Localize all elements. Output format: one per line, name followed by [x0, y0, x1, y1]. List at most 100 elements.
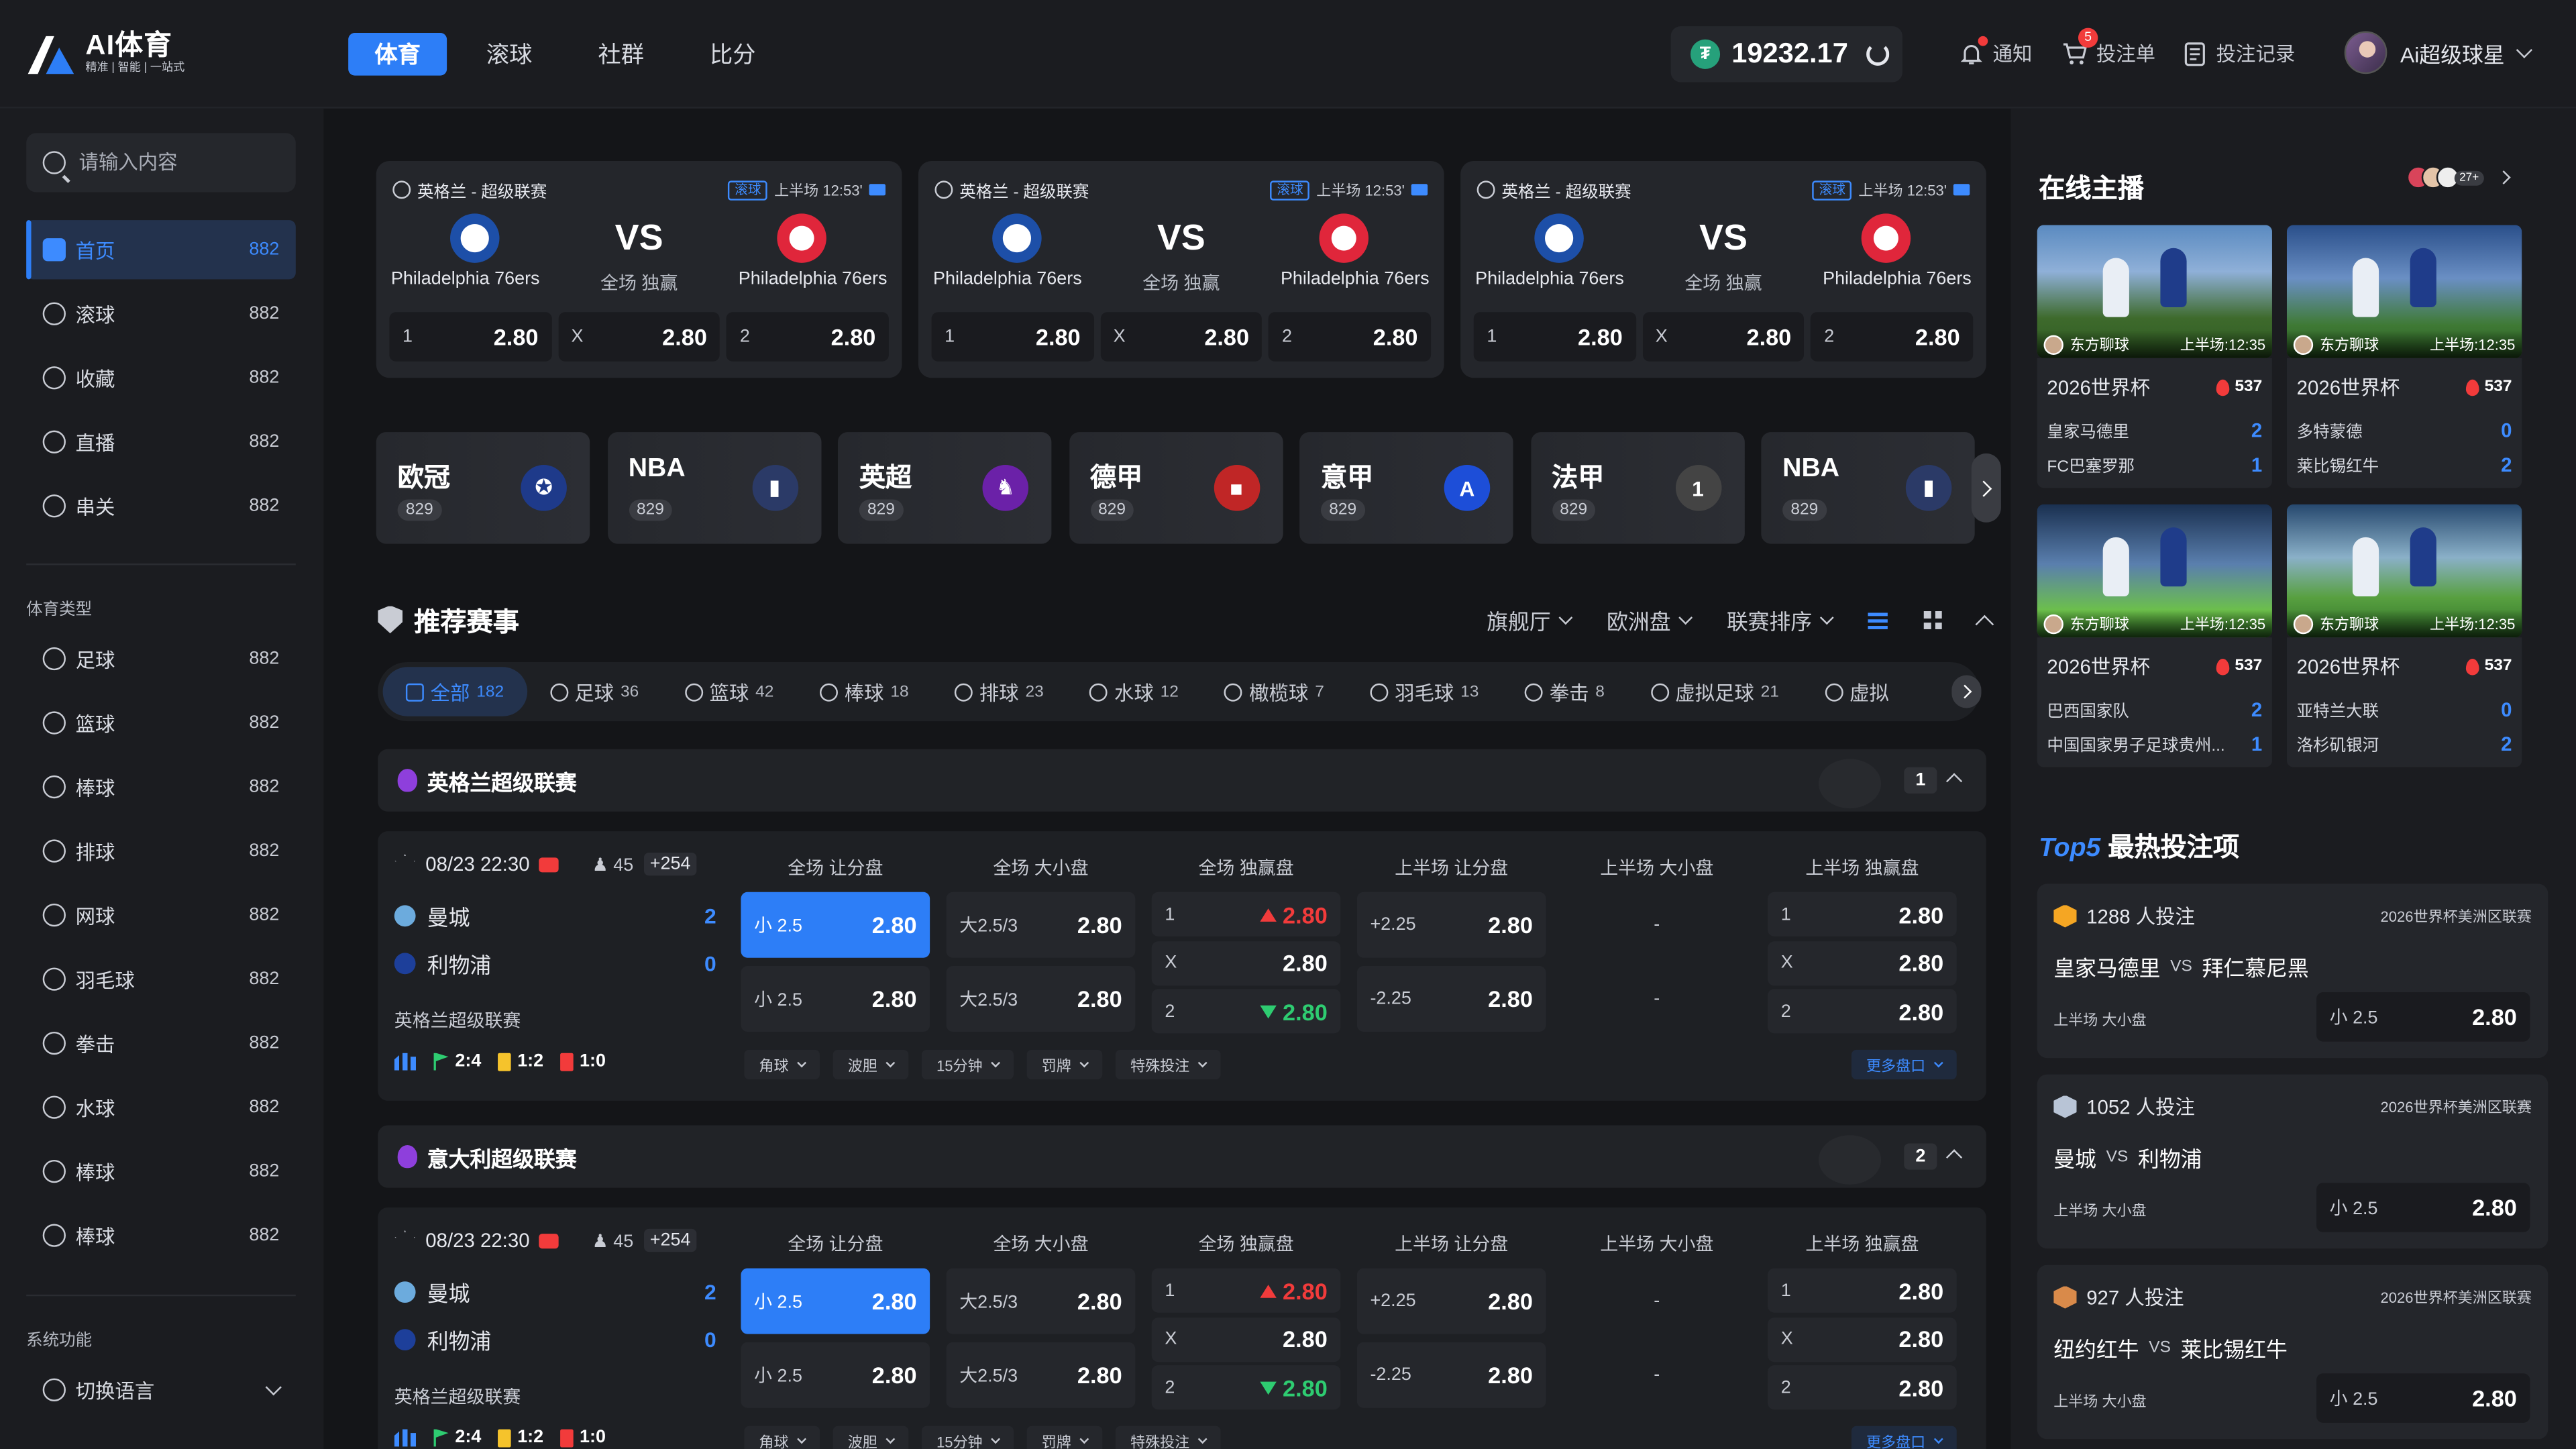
odds-button[interactable]: 小 2.5 2.80 — [2316, 1373, 2530, 1423]
league-tile[interactable]: 欧冠 829 ✪ — [376, 432, 590, 544]
league-tile[interactable]: 英超 829 ♞ — [837, 432, 1052, 544]
host-avatars[interactable]: 27+ — [2406, 166, 2484, 189]
more-markets-button[interactable]: 更多盘口 — [1851, 1049, 1957, 1079]
odds-button[interactable]: X 2.80 — [1151, 1316, 1341, 1361]
odds-button[interactable]: 小 2.5 2.80 — [741, 1268, 930, 1334]
odds-button[interactable]: 1 2.80 — [1151, 892, 1341, 936]
odds-button[interactable]: X 2.80 — [1151, 941, 1341, 985]
stream-card[interactable]: 东方聊球 上半场:12:35 2026世界杯 537 亚特兰大联 0 洛杉矶银河 — [2286, 504, 2522, 767]
market-tag[interactable]: 特殊投注 — [1116, 1049, 1221, 1079]
odds-button[interactable]: X 2.80 — [1768, 1316, 1957, 1361]
user-menu[interactable]: Ai超级球星 — [2344, 31, 2532, 74]
odds-button[interactable]: 2 2.80 — [1151, 1365, 1341, 1410]
top-bet-card[interactable]: 1052 人投注 2026世界杯美洲区联赛 曼城 VS 利物浦 上半场 大小盘 … — [2037, 1074, 2548, 1249]
odds-button[interactable]: 大2.5/3 2.80 — [946, 966, 1136, 1032]
refresh-icon[interactable] — [1866, 42, 1890, 66]
collapse-up-icon[interactable] — [1945, 773, 1963, 790]
odds-button[interactable]: 大2.5/3 2.80 — [946, 1268, 1136, 1334]
sport-tab[interactable]: 棒球 18 — [797, 667, 932, 716]
sidebar-item-0[interactable]: 首页 882 — [26, 220, 296, 280]
odds-button[interactable]: X 2.80 — [1642, 312, 1805, 362]
market-tag[interactable]: 罚牌 — [1026, 1426, 1103, 1449]
odds-button[interactable]: 1 2.80 — [389, 312, 552, 362]
odds-button[interactable]: 小 2.5 2.80 — [2316, 1183, 2530, 1232]
odds-button[interactable]: 1 2.80 — [1768, 892, 1957, 936]
sidebar-sport-1[interactable]: 篮球 882 — [26, 693, 296, 752]
sidebar-sport-6[interactable]: 拳击 882 — [26, 1014, 296, 1073]
sidebar-sport-0[interactable]: 足球 882 — [26, 629, 296, 688]
sport-tab[interactable]: 足球 36 — [527, 667, 661, 716]
odds-button[interactable]: 大2.5/3 2.80 — [946, 892, 1136, 958]
league-group-header[interactable]: 意大利超级联赛 2 — [378, 1125, 1986, 1188]
video-icon[interactable] — [539, 857, 559, 872]
sidebar-item-1[interactable]: 滚球 882 — [26, 284, 296, 343]
more-markets-button[interactable]: 更多盘口 — [1851, 1426, 1957, 1449]
featured-match-card[interactable]: 英格兰 - 超级联赛 滚球 上半场 12:53' VS 全场 独赢 Philad… — [376, 161, 902, 378]
featured-match-card[interactable]: 英格兰 - 超级联赛 滚球 上半场 12:53' VS 全场 独赢 Philad… — [918, 161, 1444, 378]
sidebar-item-2[interactable]: 收藏 882 — [26, 348, 296, 407]
odds-button[interactable]: 2 2.80 — [1811, 312, 1974, 362]
filter-odds-format[interactable]: 欧洲盘 — [1607, 604, 1693, 636]
league-tile[interactable]: NBA 829 ▮ — [1761, 432, 1975, 544]
chevron-right-icon[interactable] — [2496, 170, 2511, 184]
league-scroll-next[interactable] — [1971, 453, 2001, 523]
video-icon[interactable] — [539, 1232, 559, 1248]
collapse-up-icon[interactable] — [1975, 614, 1994, 633]
sidebar-item-language[interactable]: 切换语言 — [26, 1360, 296, 1419]
odds-button[interactable]: 1 2.80 — [1768, 1268, 1957, 1313]
nav-live[interactable]: 滚球 — [460, 33, 559, 76]
stream-card[interactable]: 东方聊球 上半场:12:35 2026世界杯 537 多特蒙德 0 莱比锡红牛 — [2286, 225, 2522, 488]
sidebar-sport-9[interactable]: 棒球 882 — [26, 1206, 296, 1265]
video-icon[interactable] — [869, 184, 886, 196]
nav-community[interactable]: 社群 — [572, 33, 670, 76]
odds-button[interactable]: 2 2.80 — [1151, 989, 1341, 1034]
favorite-star-icon[interactable] — [394, 853, 415, 873]
sidebar-sport-7[interactable]: 水球 882 — [26, 1078, 296, 1137]
league-tile[interactable]: 意甲 829 A — [1299, 432, 1513, 544]
stream-thumbnail[interactable]: 东方聊球 上半场:12:35 — [2037, 225, 2272, 358]
market-tag[interactable]: 15分钟 — [921, 1426, 1014, 1449]
nav-scores[interactable]: 比分 — [684, 33, 782, 76]
sport-tab[interactable]: 水球 12 — [1067, 667, 1201, 716]
featured-match-card[interactable]: 英格兰 - 超级联赛 滚球 上半场 12:53' VS 全场 独赢 Philad… — [1460, 161, 1986, 378]
league-tile[interactable]: 法甲 829 1 — [1530, 432, 1744, 544]
odds-button[interactable]: 1 2.80 — [931, 312, 1094, 362]
odds-button[interactable]: +2.25 2.80 — [1356, 892, 1546, 958]
market-tag[interactable]: 特殊投注 — [1116, 1426, 1221, 1449]
odds-button[interactable]: 2 2.80 — [727, 312, 889, 362]
grid-view-icon[interactable] — [1923, 611, 1942, 629]
wallet-balance[interactable]: ₮ 19232.17 — [1670, 26, 1902, 83]
odds-button[interactable]: 2 2.80 — [1768, 989, 1957, 1034]
odds-button[interactable]: 1 2.80 — [1151, 1268, 1341, 1313]
stream-card[interactable]: 东方聊球 上半场:12:35 2026世界杯 537 巴西国家队 2 中国国家男… — [2037, 504, 2272, 767]
favorite-star-icon[interactable] — [394, 1230, 415, 1250]
sidebar-sport-2[interactable]: 棒球 882 — [26, 757, 296, 816]
odds-button[interactable]: 2 2.80 — [1768, 1365, 1957, 1410]
stream-card[interactable]: 东方聊球 上半场:12:35 2026世界杯 537 皇家马德里 2 FC巴塞罗… — [2037, 225, 2272, 488]
top-bet-card[interactable]: 1288 人投注 2026世界杯美洲区联赛 皇家马德里 VS 拜仁慕尼黑 上半场… — [2037, 883, 2548, 1059]
market-tag[interactable]: 波胆 — [833, 1426, 909, 1449]
odds-button[interactable]: -2.25 2.80 — [1356, 1342, 1546, 1408]
market-tag[interactable]: 角球 — [744, 1426, 820, 1449]
filter-venue[interactable]: 旗舰厅 — [1487, 604, 1573, 636]
stream-thumbnail[interactable]: 东方聊球 上半场:12:35 — [2286, 225, 2522, 358]
sidebar-sport-3[interactable]: 排球 882 — [26, 821, 296, 880]
odds-button[interactable]: 小 2.5 2.80 — [741, 892, 930, 958]
top-bet-card[interactable]: 927 人投注 2026世界杯美洲区联赛 纽约红牛 VS 莱比锡红牛 上半场 大… — [2037, 1265, 2548, 1440]
odds-button[interactable]: 大2.5/3 2.80 — [946, 1342, 1136, 1408]
markets-count[interactable]: +254 — [643, 1228, 698, 1252]
sport-tab[interactable]: 排球 23 — [932, 667, 1067, 716]
league-group-header[interactable]: 英格兰超级联赛 1 — [378, 749, 1986, 812]
sport-tab[interactable]: 虚拟足球 21 — [1627, 667, 1802, 716]
odds-button[interactable]: 1 2.80 — [1473, 312, 1636, 362]
market-tag[interactable]: 15分钟 — [921, 1049, 1014, 1079]
stream-thumbnail[interactable]: 东方聊球 上半场:12:35 — [2037, 504, 2272, 638]
sidebar-sport-4[interactable]: 网球 882 — [26, 885, 296, 945]
records-button[interactable]: 投注记录 — [2182, 40, 2295, 68]
betslip-button[interactable]: 5 投注单 — [2061, 27, 2155, 68]
list-view-icon[interactable] — [1868, 612, 1888, 629]
league-tile[interactable]: NBA 829 ▮ — [606, 432, 821, 544]
odds-button[interactable]: 小 2.5 2.80 — [741, 1342, 930, 1408]
stream-thumbnail[interactable]: 东方聊球 上半场:12:35 — [2286, 504, 2522, 638]
league-tile[interactable]: 德甲 829 ■ — [1069, 432, 1283, 544]
